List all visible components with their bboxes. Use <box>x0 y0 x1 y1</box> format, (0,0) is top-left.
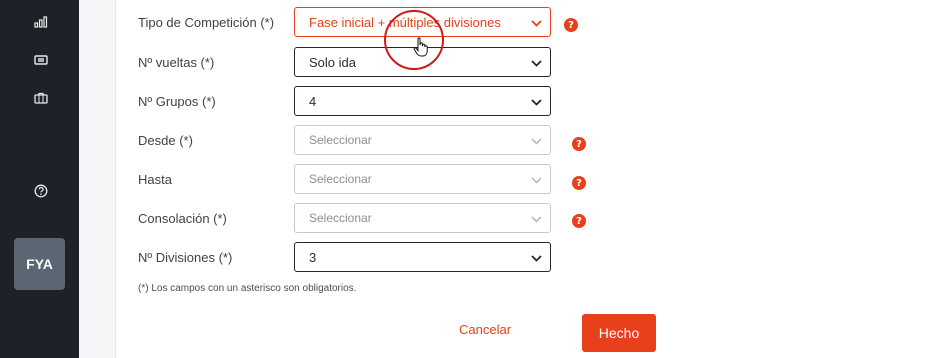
field-row-hasta: Hasta Seleccionar ? <box>116 164 950 196</box>
select-value: Seleccionar <box>309 133 372 147</box>
consolation-select[interactable]: Seleccionar <box>294 203 551 233</box>
select-value: Solo ida <box>309 54 356 70</box>
field-row-desde: Desde (*) Seleccionar ? <box>116 125 950 157</box>
chevron-down-icon <box>530 213 542 225</box>
required-fields-note: (*) Los campos con un asterisco son obli… <box>138 283 357 294</box>
field-label: Hasta <box>138 172 172 187</box>
help-icon[interactable]: ? <box>572 176 586 190</box>
divisions-select[interactable]: 3 <box>294 242 551 272</box>
select-value: 4 <box>309 93 317 109</box>
competition-type-select[interactable]: Fase inicial + múltiples divisiones <box>294 7 551 37</box>
field-label: Desde (*) <box>138 133 193 148</box>
main-area: Tipo de Competición (*) Fase inicial + m… <box>79 0 950 358</box>
chevron-down-icon <box>530 174 542 186</box>
select-value: 3 <box>309 249 317 265</box>
field-label: Consolación (*) <box>138 211 227 226</box>
ticket-icon[interactable] <box>30 49 52 71</box>
select-value: Seleccionar <box>309 172 372 186</box>
form-card: Tipo de Competición (*) Fase inicial + m… <box>115 0 950 358</box>
field-row-consolacion: Consolación (*) Seleccionar ? <box>116 203 950 235</box>
select-value: Fase inicial + múltiples divisiones <box>309 14 501 30</box>
chevron-down-icon <box>530 96 542 108</box>
field-label: Tipo de Competición (*) <box>138 15 275 30</box>
avatar[interactable]: FYA <box>14 238 65 290</box>
cancel-button[interactable]: Cancelar <box>459 322 511 337</box>
done-button[interactable]: Hecho <box>582 314 656 352</box>
field-row-tipo: Tipo de Competición (*) Fase inicial + m… <box>116 7 950 39</box>
select-value: Seleccionar <box>309 211 372 225</box>
help-icon[interactable]: ? <box>564 18 578 32</box>
field-row-grupos: Nº Grupos (*) 4 <box>116 86 950 118</box>
chevron-down-icon <box>530 135 542 147</box>
field-label: Nº Divisiones (*) <box>138 250 233 265</box>
chevron-down-icon <box>530 57 542 69</box>
field-row-vueltas: Nº vueltas (*) Solo ida <box>116 47 950 79</box>
groups-select[interactable]: 4 <box>294 86 551 116</box>
briefcase-icon[interactable] <box>30 87 52 109</box>
from-select[interactable]: Seleccionar <box>294 125 551 155</box>
to-select[interactable]: Seleccionar <box>294 164 551 194</box>
laps-select[interactable]: Solo ida <box>294 47 551 77</box>
sidebar: FYA <box>0 0 79 358</box>
help-icon[interactable]: ? <box>572 214 586 228</box>
field-row-divisiones: Nº Divisiones (*) 3 <box>116 242 950 274</box>
field-label: Nº Grupos (*) <box>138 94 216 109</box>
bar-chart-icon[interactable] <box>30 11 52 33</box>
chevron-down-icon <box>530 252 542 264</box>
field-label: Nº vueltas (*) <box>138 55 215 70</box>
help-icon[interactable]: ? <box>572 137 586 151</box>
chevron-down-icon <box>530 17 542 29</box>
help-circle-icon[interactable] <box>30 180 52 202</box>
